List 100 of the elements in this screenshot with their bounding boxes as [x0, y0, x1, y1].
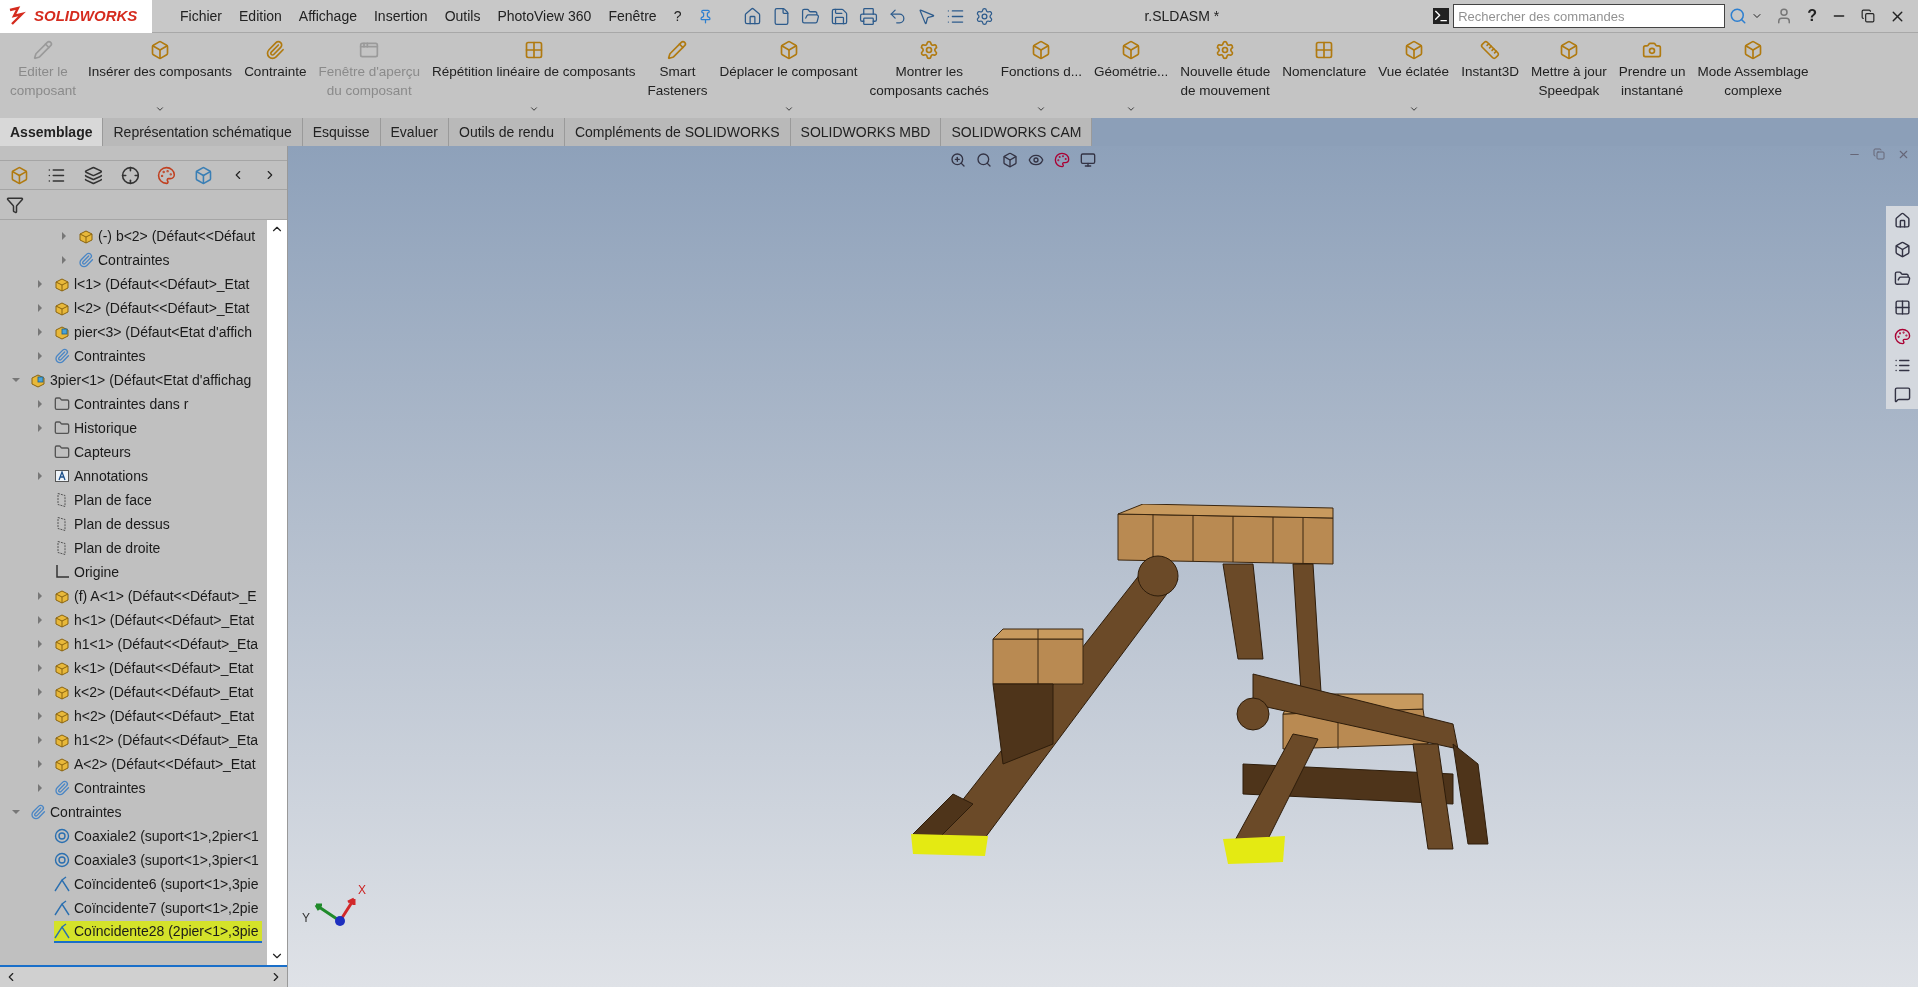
menu-item[interactable]: Outils	[444, 5, 481, 27]
ribbon-button[interactable]: Contrainte	[238, 33, 313, 118]
printer-icon[interactable]	[859, 6, 879, 26]
dropdown-caret-icon[interactable]	[1126, 104, 1137, 114]
dropdown-caret-icon[interactable]	[1036, 104, 1047, 114]
tree-item[interactable]: h1<1> (Défaut<<Défaut>_Eta	[54, 633, 263, 655]
tree-item[interactable]: 3pier<1> (Défaut<Etat d'affichag	[30, 369, 256, 391]
tree-item[interactable]: Contraintes	[78, 249, 174, 271]
tree-item[interactable]: pier<3> (Défaut<Etat d'affich	[54, 321, 256, 343]
expand-arrow-icon[interactable]	[38, 616, 42, 624]
tree-item[interactable]: l<2> (Défaut<<Défaut>_Etat	[54, 297, 254, 319]
expand-arrow-icon[interactable]	[38, 424, 42, 432]
settings-icon[interactable]	[975, 6, 995, 26]
tree-item[interactable]: Plan de droite	[54, 537, 165, 559]
ribbon-button[interactable]: Vue éclatée	[1372, 33, 1456, 118]
expand-arrow-icon[interactable]	[38, 592, 42, 600]
palette-icon[interactable]	[157, 165, 177, 185]
ribbon-button[interactable]: Smart Fasteners	[641, 33, 714, 118]
expand-arrow-icon[interactable]	[62, 232, 66, 240]
menu-item[interactable]: Fenêtre	[608, 5, 657, 27]
help-button[interactable]: ?	[1807, 4, 1817, 28]
monitor-icon[interactable]	[1080, 152, 1096, 168]
expand-arrow-icon[interactable]	[38, 328, 42, 336]
tree-item[interactable]: k<1> (Défaut<<Défaut>_Etat	[54, 657, 258, 679]
tree-item[interactable]: Coïncidente6 (suport<1>,3pie	[54, 873, 263, 895]
tree-item[interactable]: h<1> (Défaut<<Défaut>_Etat	[54, 609, 259, 631]
tree-item[interactable]: (f) A<1> (Défaut<<Défaut>_E	[54, 585, 261, 607]
pointer-icon[interactable]	[917, 6, 937, 26]
ribbon-button[interactable]: Mode Assemblage complexe	[1691, 33, 1815, 118]
tree-item[interactable]: Coaxiale3 (suport<1>,3pier<1	[54, 849, 263, 871]
ribbon-button[interactable]: Nomenclature	[1276, 33, 1373, 118]
tree-item[interactable]: Coaxiale2 (suport<1>,2pier<1	[54, 825, 263, 847]
tree-item[interactable]: Contraintes dans r	[54, 393, 193, 415]
chat-icon[interactable]	[1893, 386, 1911, 403]
cube-icon[interactable]	[1893, 241, 1911, 258]
tree-item[interactable]: Origine	[54, 561, 124, 583]
pin-icon[interactable]	[698, 8, 714, 24]
vertical-scrollbar[interactable]	[267, 220, 287, 965]
expand-arrow-icon[interactable]	[38, 664, 42, 672]
expand-arrow-icon[interactable]	[38, 304, 42, 312]
tree-item[interactable]: Coïncidente28 (2pier<1>,3pie	[54, 921, 263, 943]
tree-item[interactable]: Contraintes	[54, 345, 150, 367]
tree-item[interactable]: h1<2> (Défaut<<Défaut>_Eta	[54, 729, 263, 751]
restore-icon[interactable]	[1861, 9, 1875, 23]
ribbon-button[interactable]: Fonctions d...	[994, 33, 1088, 118]
ribbon-button[interactable]: Géométrie...	[1087, 33, 1175, 118]
ribbon-button[interactable]: Déplacer le composant	[713, 33, 864, 118]
search-field[interactable]: Rechercher des commandes	[1453, 4, 1726, 28]
tree-item[interactable]: l<1> (Défaut<<Défaut>_Etat	[54, 273, 254, 295]
zoom-icon[interactable]	[950, 152, 966, 168]
tree-item[interactable]: A<2> (Défaut<<Défaut>_Etat	[54, 753, 260, 775]
dropdown-caret-icon[interactable]	[1408, 104, 1419, 114]
ribbon-button[interactable]: Montrer les composants cachés	[863, 33, 995, 118]
open-folder-icon[interactable]	[1893, 270, 1911, 287]
expand-arrow-icon[interactable]	[38, 736, 42, 744]
expand-arrow-icon[interactable]	[38, 472, 42, 480]
tree-item[interactable]: Capteurs	[54, 441, 135, 463]
menu-item[interactable]: Fichier	[180, 5, 222, 27]
expand-arrow-icon[interactable]	[38, 280, 42, 288]
tree-item[interactable]: Contraintes	[54, 777, 150, 799]
tree-item[interactable]: Plan de dessus	[54, 513, 174, 535]
grid-icon[interactable]	[1893, 299, 1911, 316]
menu-item[interactable]: ?	[673, 5, 682, 27]
tree-item[interactable]: (-) b<2> (Défaut<<Défaut	[78, 225, 260, 247]
search-icon[interactable]	[1729, 7, 1748, 25]
dropdown-caret-icon[interactable]	[528, 104, 539, 114]
crosshair-icon[interactable]	[120, 165, 140, 185]
expand-arrow-icon[interactable]	[38, 352, 42, 360]
tree-item[interactable]: h<2> (Défaut<<Défaut>_Etat	[54, 705, 259, 727]
palette-icon[interactable]	[1054, 152, 1070, 168]
ribbon-button[interactable]: Répétition linéaire de composants	[426, 33, 642, 118]
expand-arrow-icon[interactable]	[38, 760, 42, 768]
collapse-arrow-icon[interactable]	[12, 810, 20, 814]
list-icon[interactable]	[1893, 357, 1911, 374]
expand-arrow-icon[interactable]	[38, 400, 42, 408]
dropdown-caret-icon[interactable]	[783, 104, 794, 114]
eye-icon[interactable]	[1028, 152, 1044, 168]
open-folder-icon[interactable]	[801, 6, 821, 26]
tree-item[interactable]: Annotations	[54, 465, 152, 487]
dropdown-caret-icon[interactable]	[155, 104, 166, 114]
menu-item[interactable]: Edition	[239, 5, 282, 27]
ribbon-button[interactable]: Insérer des composants	[82, 33, 239, 118]
menu-item[interactable]: Affichage	[298, 5, 357, 27]
tree-item[interactable]: Historique	[54, 417, 142, 439]
tab[interactable]: Assemblage	[0, 118, 104, 146]
search-icon[interactable]	[976, 152, 992, 168]
expand-arrow-icon[interactable]	[62, 256, 66, 264]
tree-item[interactable]: Plan de face	[54, 489, 156, 511]
tree-item[interactable]: Coïncidente7 (suport<1>,2pie	[54, 897, 263, 919]
expand-arrow-icon[interactable]	[38, 640, 42, 648]
layers-icon[interactable]	[83, 165, 103, 185]
ribbon-button[interactable]: Mettre à jour Speedpak	[1524, 33, 1613, 118]
menu-item[interactable]: Insertion	[373, 5, 428, 27]
expand-arrow-icon[interactable]	[38, 688, 42, 696]
expand-arrow-icon[interactable]	[38, 784, 42, 792]
tree-item[interactable]: Contraintes	[30, 801, 126, 823]
ribbon-button[interactable]: Nouvelle étude de mouvement	[1174, 33, 1277, 118]
cube-icon[interactable]	[1002, 152, 1018, 168]
home-icon[interactable]	[743, 6, 763, 26]
expand-arrow-icon[interactable]	[38, 712, 42, 720]
